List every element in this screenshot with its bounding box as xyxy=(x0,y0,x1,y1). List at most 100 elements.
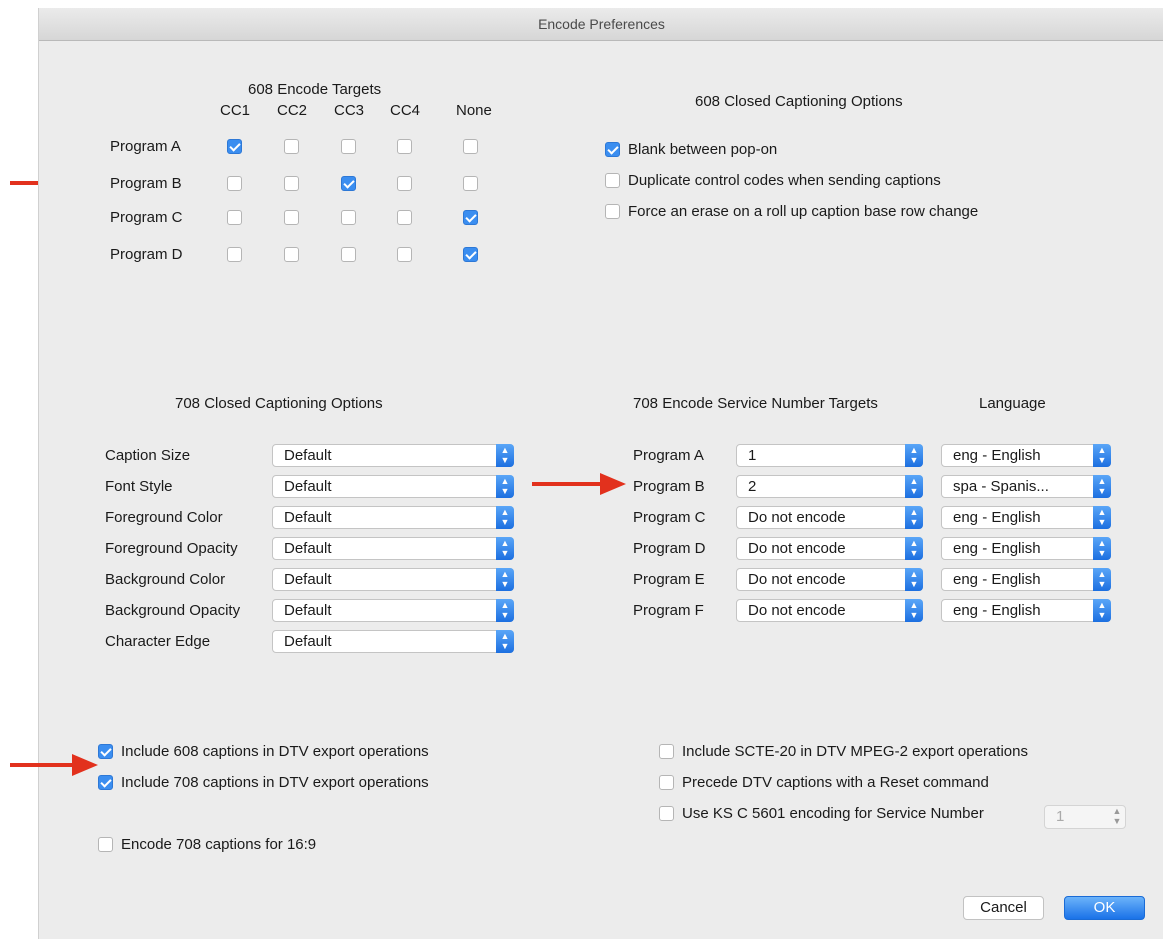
cc708-program-f-service-select-value: Do not encode xyxy=(748,602,846,619)
cc708-character-edge-select-value: Default xyxy=(284,633,332,650)
cc708-program-a-service-select-value: 1 xyxy=(748,447,757,464)
cc708-caption-size-select-value: Default xyxy=(284,447,332,464)
cc608-options-title: 608 Closed Captioning Options xyxy=(695,93,903,110)
chevron-updown-icon: ▲ ▼ xyxy=(496,630,514,653)
cc708-foreground-opacity-select[interactable]: Default ▲ ▼ xyxy=(272,537,514,560)
cc608-program-c-cc2-checkbox[interactable] xyxy=(284,210,299,225)
cc608-option-duplicate-control-codes-when-sending-captions-checkbox[interactable] xyxy=(605,173,620,188)
chevron-updown-icon: ▲ ▼ xyxy=(1112,806,1122,826)
cc708-caption-size-select[interactable]: Default ▲ ▼ xyxy=(272,444,514,467)
cc608-program-d-none-checkbox[interactable] xyxy=(463,247,478,262)
cc608-program-a-none-checkbox[interactable] xyxy=(463,139,478,154)
cc708-option-label: Foreground Opacity xyxy=(105,540,238,557)
cc608-column-header-cc4: CC4 xyxy=(390,102,421,119)
cc708-program-a-language-select-value: eng - English xyxy=(953,447,1041,464)
cc708-character-edge-select[interactable]: Default ▲ ▼ xyxy=(272,630,514,653)
cc608-program-b-cc4-checkbox[interactable] xyxy=(397,176,412,191)
cc608-targets-title: 608 Encode Targets xyxy=(248,81,382,98)
cc708-program-a-service-select[interactable]: 1 ▲ ▼ xyxy=(736,444,923,467)
chevron-updown-icon: ▲ ▼ xyxy=(905,444,923,467)
cc708-program-b-service-select[interactable]: 2 ▲ ▼ xyxy=(736,475,923,498)
cc608-program-d-cc3-checkbox[interactable] xyxy=(341,247,356,262)
cc708-option-label: Character Edge xyxy=(105,633,211,650)
cc608-program-a-cc3-checkbox[interactable] xyxy=(341,139,356,154)
cc708-program-c-language-select[interactable]: eng - English ▲ ▼ xyxy=(941,506,1111,529)
option-include-scte-20-in-dtv-mpeg-2-export-operations-checkbox[interactable] xyxy=(659,744,674,759)
cc608-program-d-cc2-checkbox[interactable] xyxy=(284,247,299,262)
cc708-program-e-language-select[interactable]: eng - English ▲ ▼ xyxy=(941,568,1111,591)
cc708-program-c-service-select-value: Do not encode xyxy=(748,509,846,526)
cc708-program-f-language-select-value: eng - English xyxy=(953,602,1041,619)
cc708-program-b-service-select-value: 2 xyxy=(748,478,757,495)
chevron-updown-icon: ▲ ▼ xyxy=(496,599,514,622)
cc608-option-blank-between-pop-on-checkbox[interactable] xyxy=(605,142,620,157)
option-include-708-captions-in-dtv-export-operations-checkbox[interactable] xyxy=(98,775,113,790)
cc708-program-d-service-select[interactable]: Do not encode ▲ ▼ xyxy=(736,537,923,560)
cc708-option-label: Caption Size xyxy=(105,447,191,464)
cc708-font-style-select[interactable]: Default ▲ ▼ xyxy=(272,475,514,498)
cc608-row-label: Program A xyxy=(110,138,181,155)
cc608-program-a-cc1-checkbox[interactable] xyxy=(227,139,242,154)
chevron-updown-icon: ▲ ▼ xyxy=(1093,506,1111,529)
cc708-option-label: Foreground Color xyxy=(105,509,223,526)
option-label: Include 608 captions in DTV export opera… xyxy=(121,743,429,760)
option-encode-708-captions-for-16-9-checkbox[interactable] xyxy=(98,837,113,852)
cc708-service-row-label: Program D xyxy=(633,540,706,557)
annotation-arrow-include-captions xyxy=(10,754,98,776)
cc708-language-title: Language xyxy=(979,395,1046,412)
cc608-option-label: Force an erase on a roll up caption base… xyxy=(628,203,979,220)
cc708-options-title: 708 Closed Captioning Options xyxy=(175,395,383,412)
cc708-program-d-language-select[interactable]: eng - English ▲ ▼ xyxy=(941,537,1111,560)
cc708-background-color-select-value: Default xyxy=(284,571,332,588)
cc708-background-opacity-select[interactable]: Default ▲ ▼ xyxy=(272,599,514,622)
chevron-updown-icon: ▲ ▼ xyxy=(1093,568,1111,591)
cc608-program-c-cc4-checkbox[interactable] xyxy=(397,210,412,225)
cc608-program-a-cc2-checkbox[interactable] xyxy=(284,139,299,154)
cc708-program-b-language-select-value: spa - Spanis... xyxy=(953,478,1049,495)
option-precede-dtv-captions-with-a-reset-command-checkbox[interactable] xyxy=(659,775,674,790)
cc608-program-b-cc1-checkbox[interactable] xyxy=(227,176,242,191)
cc708-option-label: Background Opacity xyxy=(105,602,241,619)
cc708-program-f-service-select[interactable]: Do not encode ▲ ▼ xyxy=(736,599,923,622)
chevron-updown-icon: ▲ ▼ xyxy=(1093,599,1111,622)
option-include-608-captions-in-dtv-export-operations-checkbox[interactable] xyxy=(98,744,113,759)
chevron-updown-icon: ▲ ▼ xyxy=(496,568,514,591)
cc608-program-d-cc1-checkbox[interactable] xyxy=(227,247,242,262)
cc708-program-a-language-select[interactable]: eng - English ▲ ▼ xyxy=(941,444,1111,467)
cc708-program-b-language-select[interactable]: spa - Spanis... ▲ ▼ xyxy=(941,475,1111,498)
cc708-program-c-language-select-value: eng - English xyxy=(953,509,1041,526)
cc608-row-label: Program C xyxy=(110,209,183,226)
chevron-updown-icon: ▲ ▼ xyxy=(905,568,923,591)
cc608-column-header-none: None xyxy=(456,102,492,119)
annotation-arrow-program-b-708 xyxy=(532,473,626,495)
cc708-option-label: Font Style xyxy=(105,478,173,495)
cc708-service-row-label: Program C xyxy=(633,509,706,526)
cc608-program-b-cc2-checkbox[interactable] xyxy=(284,176,299,191)
option-use-ks-c-5601-encoding-for-service-number-checkbox[interactable] xyxy=(659,806,674,821)
cc708-program-f-language-select[interactable]: eng - English ▲ ▼ xyxy=(941,599,1111,622)
cc608-option-force-an-erase-on-a-roll-up-caption-base-row-change-checkbox[interactable] xyxy=(605,204,620,219)
cc708-foreground-opacity-select-value: Default xyxy=(284,540,332,557)
ok-button[interactable]: OK xyxy=(1064,896,1145,920)
cc608-row-label: Program D xyxy=(110,246,183,263)
cc608-program-d-cc4-checkbox[interactable] xyxy=(397,247,412,262)
cc708-program-e-service-select[interactable]: Do not encode ▲ ▼ xyxy=(736,568,923,591)
cc708-program-d-service-select-value: Do not encode xyxy=(748,540,846,557)
cc608-program-c-none-checkbox[interactable] xyxy=(463,210,478,225)
chevron-updown-icon: ▲ ▼ xyxy=(496,475,514,498)
window-title: Encode Preferences xyxy=(39,8,1163,41)
cc708-foreground-color-select-value: Default xyxy=(284,509,332,526)
cc708-background-color-select[interactable]: Default ▲ ▼ xyxy=(272,568,514,591)
cc708-program-c-service-select[interactable]: Do not encode ▲ ▼ xyxy=(736,506,923,529)
cc708-foreground-color-select[interactable]: Default ▲ ▼ xyxy=(272,506,514,529)
cc708-service-row-label: Program A xyxy=(633,447,704,464)
cc608-program-b-cc3-checkbox[interactable] xyxy=(341,176,356,191)
cc608-program-b-none-checkbox[interactable] xyxy=(463,176,478,191)
cc708-font-style-select-value: Default xyxy=(284,478,332,495)
cc608-program-a-cc4-checkbox[interactable] xyxy=(397,139,412,154)
cancel-button[interactable]: Cancel xyxy=(963,896,1044,920)
cc608-program-c-cc3-checkbox[interactable] xyxy=(341,210,356,225)
chevron-updown-icon: ▲ ▼ xyxy=(905,599,923,622)
cc608-program-c-cc1-checkbox[interactable] xyxy=(227,210,242,225)
ks-service-number-value: 1 xyxy=(1056,808,1065,825)
